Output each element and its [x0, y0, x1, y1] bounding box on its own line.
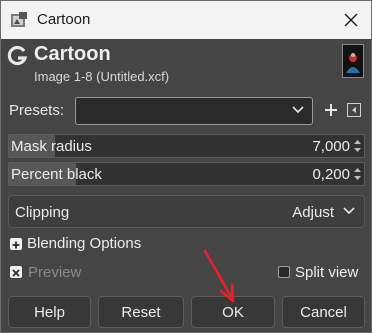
preview-checkbox[interactable]	[10, 266, 22, 278]
percent-black-label: Percent black	[11, 166, 102, 183]
clipping-label: Clipping	[15, 204, 70, 221]
gegl-icon	[7, 45, 28, 66]
mask-radius-label: Mask radius	[11, 138, 92, 155]
window-title: Cartoon	[37, 11, 91, 28]
annotation-arrow-icon	[203, 249, 235, 303]
add-preset-icon[interactable]	[323, 102, 339, 118]
dialog-header: Cartoon Image 1-8 (Untitled.xcf)	[1, 39, 371, 91]
preview-label[interactable]: Preview	[28, 264, 81, 281]
spin-arrows-icon[interactable]	[354, 167, 361, 181]
close-icon	[344, 13, 358, 27]
title-bar: Cartoon	[1, 1, 371, 39]
percent-black-scale[interactable]: Percent black 0,200	[8, 162, 365, 186]
blending-options-expander[interactable]: Blending Options	[27, 235, 141, 252]
image-thumbnail	[342, 44, 364, 78]
split-view-checkbox[interactable]	[278, 266, 290, 278]
reset-button-label: Reset	[121, 303, 161, 321]
gimp-app-icon	[11, 12, 27, 27]
chevron-down-icon	[343, 207, 355, 215]
mask-radius-value: 7,000	[312, 138, 350, 155]
expand-plus-icon[interactable]	[10, 238, 22, 250]
presets-menu-icon[interactable]	[347, 103, 361, 117]
cancel-button-label: Cancel	[300, 303, 347, 321]
image-name: Image 1-8 (Untitled.xcf)	[34, 69, 170, 84]
chevron-down-icon	[292, 106, 304, 114]
split-view-label[interactable]: Split view	[295, 264, 358, 281]
presets-label: Presets:	[9, 102, 65, 119]
help-button[interactable]: Help	[8, 296, 91, 328]
ok-button-label: OK	[222, 303, 244, 321]
cancel-button[interactable]: Cancel	[282, 296, 365, 328]
mask-radius-scale[interactable]: Mask radius 7,000	[8, 134, 365, 158]
help-button-label: Help	[34, 303, 65, 321]
close-button[interactable]	[341, 10, 361, 30]
clipping-value: Adjust	[292, 204, 334, 221]
clipping-dropdown[interactable]: Clipping Adjust	[8, 195, 365, 228]
spin-arrows-icon[interactable]	[354, 139, 361, 153]
percent-black-value: 0,200	[312, 166, 350, 183]
cartoon-dialog: Cartoon Cartoon Image 1-8 (Untitled.xcf)…	[0, 0, 372, 333]
presets-combobox[interactable]	[75, 97, 313, 125]
reset-button[interactable]: Reset	[98, 296, 184, 328]
filter-title: Cartoon	[34, 43, 111, 65]
